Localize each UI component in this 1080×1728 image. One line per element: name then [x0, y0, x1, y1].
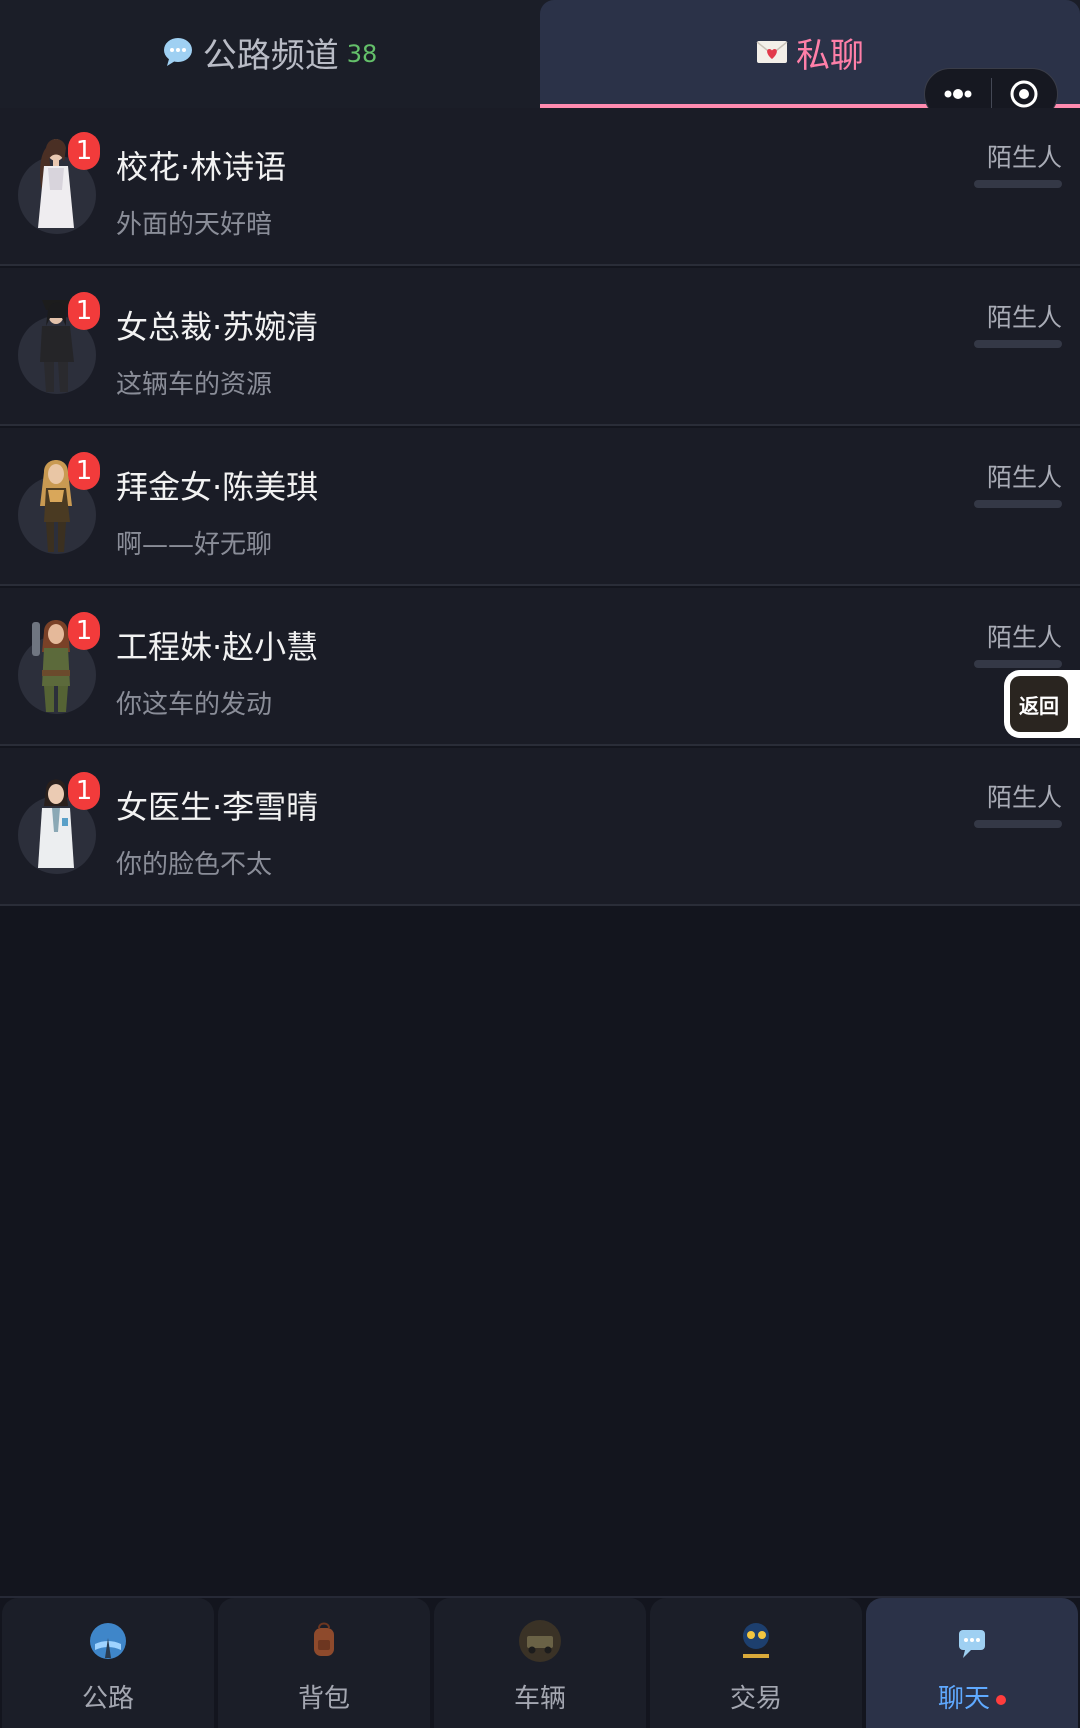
nav-road[interactable]: 公路	[2, 1598, 214, 1728]
affinity-bar	[974, 180, 1062, 188]
notification-dot	[996, 1694, 1006, 1705]
chat-item-0[interactable]: 1 校花·林诗语 外面的天好暗 陌生人	[0, 108, 1080, 266]
bottom-navigation: 公路 背包 车辆 交易 聊天	[0, 1596, 1080, 1728]
road-globe-icon	[83, 1616, 133, 1666]
affinity-bar	[974, 820, 1062, 828]
chat-item-3[interactable]: 1 工程妹·赵小慧 你这车的发动 陌生人	[0, 588, 1080, 746]
nav-label: 车辆	[513, 1684, 566, 1714]
tab-public-label: 公路频道	[202, 35, 339, 76]
contact-name: 女总裁·苏婉清	[116, 308, 319, 346]
nav-label: 公路	[81, 1684, 134, 1714]
affinity-bar	[974, 340, 1062, 348]
chat-bubble-icon	[163, 37, 193, 67]
contact-name: 拜金女·陈美琪	[116, 468, 319, 506]
love-letter-icon	[756, 38, 788, 66]
message-preview: 你的脸色不太	[116, 850, 273, 880]
online-count: 38	[346, 40, 378, 68]
vehicle-icon	[515, 1616, 565, 1666]
contact-name: 工程妹·赵小慧	[116, 628, 319, 666]
relation-status: 陌生人	[986, 463, 1062, 492]
relation-status: 陌生人	[986, 783, 1062, 812]
nav-chat[interactable]: 聊天	[866, 1598, 1078, 1728]
unread-badge: 1	[68, 452, 100, 490]
relation-status: 陌生人	[986, 623, 1062, 652]
nav-backpack[interactable]: 背包	[218, 1598, 430, 1728]
chat-item-4[interactable]: 1 女医生·李雪晴 你的脸色不太 陌生人	[0, 748, 1080, 906]
nav-label-wrap: 聊天	[866, 1678, 1078, 1715]
message-preview: 外面的天好暗	[116, 210, 273, 240]
back-float-button[interactable]: 返回	[1004, 670, 1080, 738]
top-tab-bar: 公路频道 38 私聊	[0, 0, 1080, 108]
unread-badge: 1	[68, 132, 100, 170]
nav-label: 背包	[297, 1684, 350, 1714]
tab-public-channel[interactable]: 公路频道 38	[0, 0, 540, 104]
chat-item-2[interactable]: 1 拜金女·陈美琪 啊——好无聊 陌生人	[0, 428, 1080, 586]
chat-item-1[interactable]: 1 女总裁·苏婉清 这辆车的资源 陌生人	[0, 268, 1080, 426]
back-button-label: 返回	[1010, 676, 1068, 732]
unread-badge: 1	[68, 612, 100, 650]
unread-badge: 1	[68, 772, 100, 810]
chat-bubble-icon	[947, 1616, 997, 1666]
relation-status: 陌生人	[986, 303, 1062, 332]
unread-badge: 1	[68, 292, 100, 330]
contact-name: 校花·林诗语	[116, 148, 287, 186]
message-preview: 你这车的发动	[116, 690, 273, 720]
message-preview: 啊——好无聊	[116, 530, 273, 560]
message-preview: 这辆车的资源	[116, 370, 273, 400]
nav-vehicle[interactable]: 车辆	[434, 1598, 646, 1728]
affinity-bar	[974, 660, 1062, 668]
tab-private-label: 私聊	[796, 35, 864, 76]
nav-label: 聊天	[937, 1684, 990, 1714]
nav-trade[interactable]: 交易	[650, 1598, 862, 1728]
nav-label: 交易	[729, 1684, 782, 1714]
affinity-bar	[974, 500, 1062, 508]
relation-status: 陌生人	[986, 143, 1062, 172]
backpack-icon	[299, 1616, 349, 1666]
trade-icon	[731, 1616, 781, 1666]
contact-name: 女医生·李雪晴	[116, 788, 319, 826]
